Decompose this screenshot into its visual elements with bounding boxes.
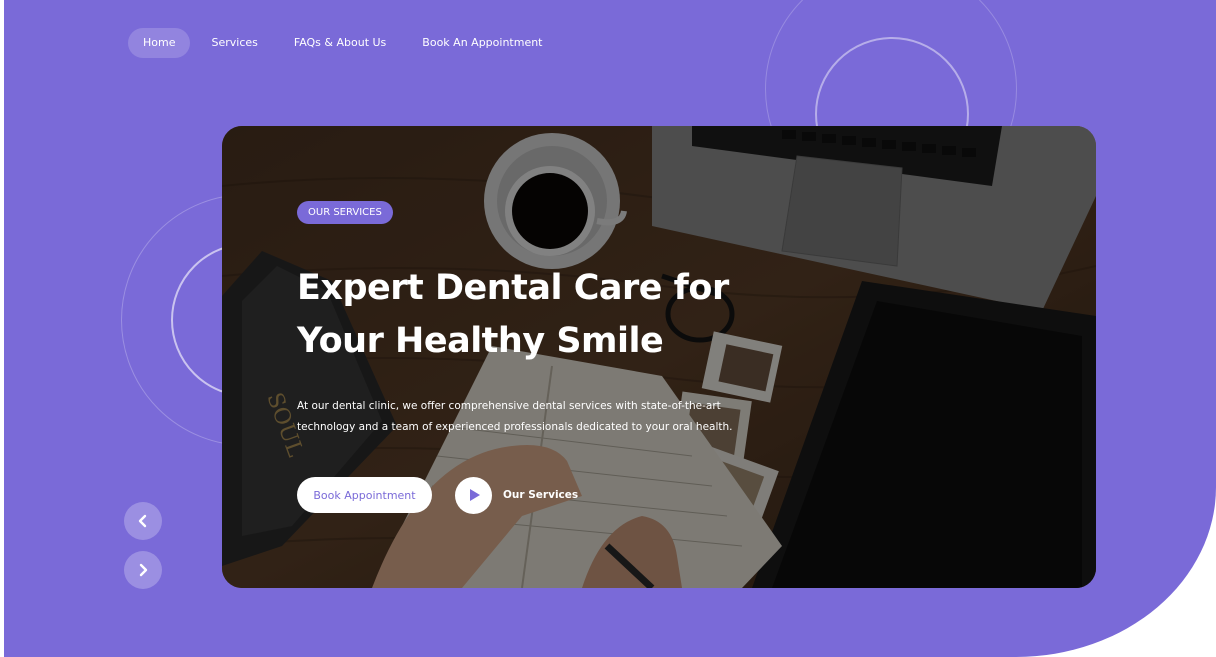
- nav-item-services[interactable]: Services: [196, 28, 272, 58]
- carousel-prev-button[interactable]: [124, 502, 162, 540]
- section-badge: OUR SERVICES: [297, 201, 393, 224]
- main-nav: Home Services FAQs & About Us Book An Ap…: [128, 28, 564, 58]
- nav-item-faqs-about[interactable]: FAQs & About Us: [279, 28, 401, 58]
- hero-title-line-2: Your Healthy Smile: [297, 321, 664, 361]
- chevron-right-icon: [139, 563, 148, 577]
- hero-description: At our dental clinic, we offer comprehen…: [297, 400, 733, 433]
- carousel-next-button[interactable]: [124, 551, 162, 589]
- play-button[interactable]: [455, 476, 492, 514]
- hero-title: Expert Dental Care for Your Healthy Smil…: [297, 262, 817, 368]
- our-services-link[interactable]: Our Services: [455, 476, 578, 514]
- hero-title-line-1: Expert Dental Care for: [297, 268, 729, 308]
- play-icon: [470, 489, 480, 501]
- book-appointment-button[interactable]: Book Appointment: [297, 477, 432, 513]
- nav-item-home[interactable]: Home: [128, 28, 191, 58]
- our-services-label: Our Services: [503, 489, 579, 501]
- chevron-left-icon: [138, 514, 147, 528]
- nav-item-book-appointment[interactable]: Book An Appointment: [407, 28, 557, 58]
